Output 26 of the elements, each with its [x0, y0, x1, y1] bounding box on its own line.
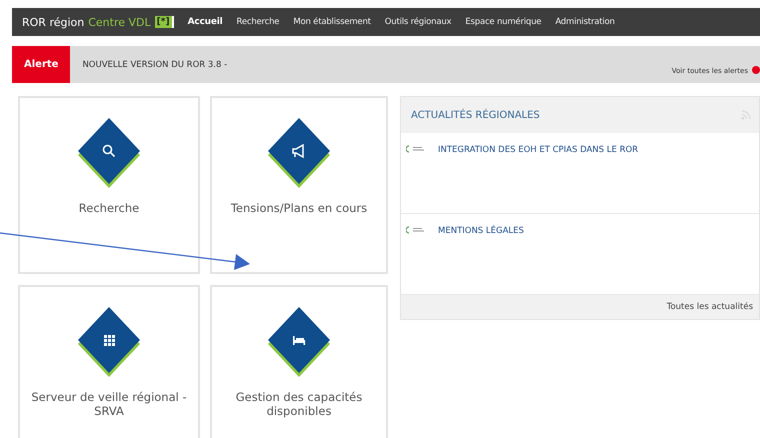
menu-tile[interactable]: Gestion des capacités disponibles — [210, 285, 388, 438]
tile-label: Recherche — [78, 202, 140, 216]
brand-region: Centre VDL — [88, 16, 151, 28]
menu-tile[interactable]: Tensions/Plans en cours — [210, 96, 388, 274]
news-title: ACTUALITÉS RÉGIONALES — [411, 110, 540, 120]
nav-link[interactable]: Mon établissement — [293, 17, 371, 27]
tile-label: Serveur de veille régional - SRVA — [30, 391, 188, 419]
menu-tile[interactable]: Serveur de veille régional - SRVA — [18, 285, 200, 438]
news-link[interactable]: INTEGRATION DES EOH ET CPIAS DANS LE ROR — [438, 145, 638, 155]
tile-label: Gestion des capacités disponibles — [234, 391, 364, 419]
news-link[interactable]: MENTIONS LÉGALES — [438, 226, 524, 236]
alert-tag: Alerte — [12, 46, 70, 83]
alert-message: NOUVELLE VERSION DU ROR 3.8 - — [82, 60, 228, 70]
tile-label: Tensions/Plans en cours — [230, 202, 368, 216]
nav-link[interactable]: Outils régionaux — [384, 17, 452, 27]
brand-badge: [*] — [154, 16, 174, 28]
news-thumbnail-icon — [406, 226, 426, 234]
brand-name: ROR région — [22, 16, 84, 28]
alert-count-dot — [752, 66, 760, 74]
nav-link[interactable]: Accueil — [188, 17, 222, 27]
nav-link[interactable]: Espace numérique — [465, 17, 542, 27]
nav-link[interactable]: Recherche — [236, 17, 280, 27]
menu-tile[interactable]: Recherche — [18, 96, 200, 274]
news-thumbnail-icon — [406, 145, 426, 153]
all-news-link[interactable]: Toutes les actualités — [666, 302, 753, 312]
nav-link[interactable]: Administration — [555, 17, 615, 27]
